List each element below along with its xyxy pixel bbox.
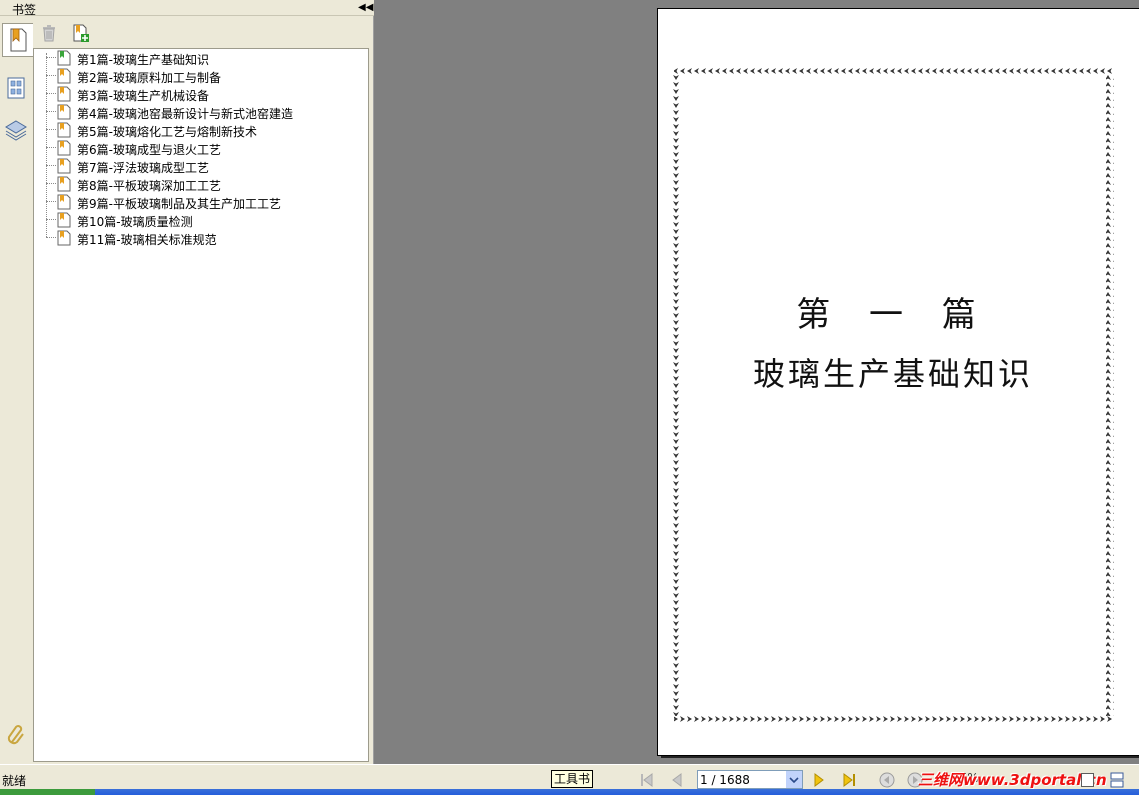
bookmark-page-icon <box>57 176 71 192</box>
toolbox-button[interactable]: 工具书 <box>551 770 593 788</box>
bookmark-page-icon <box>57 212 71 228</box>
bookmark-item-2[interactable]: 第2篇-玻璃原料加工与制备 <box>34 67 364 85</box>
navigation-panel: 书签 ◀◀ 第1篇-玻璃生产基础知识 第2篇-玻璃原料加工与制备 第3篇-玻璃生… <box>0 0 374 764</box>
bookmark-label: 第1篇-玻璃生产基础知识 <box>77 53 209 67</box>
tree-dots <box>46 165 56 166</box>
bookmark-page-icon <box>57 140 71 156</box>
bookmark-item-1[interactable]: 第1篇-玻璃生产基础知识 <box>34 49 364 67</box>
page-thumbnails-icon <box>7 77 25 99</box>
bookmark-label: 第7篇-浮法玻璃成型工艺 <box>77 161 209 175</box>
document-page: 第 一 篇 玻璃生产基础知识 <box>657 8 1139 756</box>
next-page-icon <box>814 773 824 787</box>
single-page-view-button[interactable] <box>1078 771 1096 789</box>
previous-view-button[interactable] <box>878 771 896 789</box>
previous-page-button[interactable] <box>668 771 686 789</box>
paperclip-icon <box>7 725 24 745</box>
bookmark-item-4[interactable]: 第4篇-玻璃池窑最新设计与新式池窑建造 <box>34 103 364 121</box>
continuous-view-button[interactable] <box>1108 771 1126 789</box>
bookmark-item-9[interactable]: 第9篇-平板玻璃制品及其生产加工工艺 <box>34 193 364 211</box>
bookmark-item-10[interactable]: 第10篇-玻璃质量检测 <box>34 211 364 229</box>
bookmark-label: 第4篇-玻璃池窑最新设计与新式池窑建造 <box>77 107 293 121</box>
pdf-reader-window: 书签 ◀◀ 第1篇-玻璃生产基础知识 第2篇-玻璃原料加工与制备 第3篇-玻璃生… <box>0 0 1139 795</box>
bookmark-icon <box>10 28 27 52</box>
bookmark-page-icon <box>57 50 71 66</box>
bookmark-label: 第2篇-玻璃原料加工与制备 <box>77 71 221 85</box>
bookmark-item-6[interactable]: 第6篇-玻璃成型与退火工艺 <box>34 139 364 157</box>
document-viewport[interactable]: 第 一 篇 玻璃生产基础知识 <box>375 0 1139 764</box>
tab-pages[interactable] <box>2 71 30 105</box>
double-chevron-left-icon[interactable]: ◀◀ <box>358 1 373 14</box>
single-page-icon <box>1080 773 1094 787</box>
bookmark-label: 第3篇-玻璃生产机械设备 <box>77 89 209 103</box>
tree-dots <box>46 129 56 130</box>
last-page-icon <box>843 773 855 787</box>
new-bookmark-button[interactable] <box>71 23 91 43</box>
bookmark-tree: 第1篇-玻璃生产基础知识 第2篇-玻璃原料加工与制备 第3篇-玻璃生产机械设备 … <box>33 48 369 762</box>
panel-title: 书签 <box>12 3 37 17</box>
bookmark-label: 第9篇-平板玻璃制品及其生产加工工艺 <box>77 197 281 211</box>
bookmark-label: 第10篇-玻璃质量检测 <box>77 215 193 229</box>
layers-icon <box>5 120 27 141</box>
bookmark-page-icon <box>57 68 71 84</box>
taskbar <box>0 789 1139 795</box>
first-page-button[interactable] <box>638 771 656 789</box>
tree-dots <box>46 147 56 148</box>
bookmark-item-11[interactable]: 第11篇-玻璃相关标准规范 <box>34 229 364 247</box>
tree-dots <box>46 75 56 76</box>
previous-page-icon <box>672 773 682 787</box>
new-bookmark-icon <box>73 24 89 42</box>
bookmark-label: 第8篇-平板玻璃深加工工艺 <box>77 179 221 193</box>
chevron-down-icon <box>789 776 799 783</box>
back-circle-icon <box>879 772 895 788</box>
chapter-title: 玻璃生产基础知识 <box>752 355 1033 393</box>
bookmark-item-8[interactable]: 第8篇-平板玻璃深加工工艺 <box>34 175 364 193</box>
tab-attachments[interactable] <box>5 721 27 747</box>
tree-dots <box>46 111 56 112</box>
tree-dots <box>46 237 56 238</box>
first-page-icon <box>641 773 653 787</box>
delete-bookmark-button[interactable] <box>39 23 59 43</box>
bookmark-label: 第11篇-玻璃相关标准规范 <box>77 233 217 247</box>
tree-dots <box>46 183 56 184</box>
bookmark-page-icon <box>57 86 71 102</box>
navigation-rail <box>0 17 33 764</box>
bookmark-label: 第6篇-玻璃成型与退火工艺 <box>77 143 221 157</box>
tree-dots <box>46 57 56 58</box>
tree-dots <box>46 219 56 220</box>
tree-dots <box>46 93 56 94</box>
trash-icon <box>43 25 55 42</box>
continuous-view-icon <box>1110 772 1124 788</box>
bookmark-page-icon <box>57 104 71 120</box>
page-dropdown-button[interactable] <box>786 771 802 788</box>
chapter-number: 第 一 篇 <box>796 295 990 335</box>
last-page-button[interactable] <box>840 771 858 789</box>
bookmark-page-icon <box>57 194 71 210</box>
bookmark-item-7[interactable]: 第7篇-浮法玻璃成型工艺 <box>34 157 364 175</box>
navigation-panel-header: 书签 ◀◀ <box>0 0 374 17</box>
bookmark-item-3[interactable]: 第3篇-玻璃生产机械设备 <box>34 85 364 103</box>
start-button[interactable] <box>0 789 95 795</box>
bookmark-page-icon <box>57 158 71 174</box>
bookmark-label: 第5篇-玻璃熔化工艺与熔制新技术 <box>77 125 257 139</box>
page-number-field[interactable] <box>697 770 803 789</box>
tab-layers[interactable] <box>2 113 30 147</box>
bookmark-page-icon <box>57 122 71 138</box>
page-number-input[interactable] <box>698 771 786 788</box>
tab-bookmarks[interactable] <box>2 23 33 57</box>
tree-dots <box>46 201 56 202</box>
bookmark-item-5[interactable]: 第5篇-玻璃熔化工艺与熔制新技术 <box>34 121 364 139</box>
next-page-button[interactable] <box>810 771 828 789</box>
bookmark-page-icon <box>57 230 71 246</box>
bookmark-toolbar <box>33 17 373 48</box>
status-text: 就绪 <box>2 774 27 788</box>
